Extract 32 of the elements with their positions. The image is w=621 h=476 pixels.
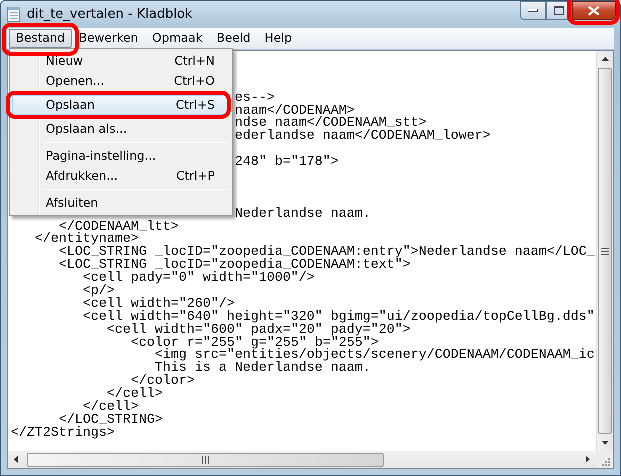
- close-button[interactable]: [572, 1, 616, 20]
- code-line: Nederlandse naam.: [234, 208, 371, 222]
- code-line: es-->: [234, 92, 275, 106]
- menu-entry[interactable]: Openen... Ctrl+O: [12, 71, 230, 91]
- menu-entry[interactable]: Pagina-instelling...: [12, 146, 230, 166]
- horizontal-scrollbar[interactable]: [8, 451, 596, 468]
- menu-item[interactable]: Help: [258, 29, 300, 48]
- window-title: dit_te_vertalen - Kladblok: [27, 6, 194, 24]
- menu-entry[interactable]: Opslaan als...: [12, 119, 230, 139]
- notepad-icon: [7, 6, 21, 23]
- code-line: 248" b="178">: [234, 157, 339, 170]
- code-line: </cell>: [82, 402, 139, 415]
- menu-entry[interactable]: Nieuw Ctrl+N: [12, 51, 230, 71]
- menu-item[interactable]: Opmaak: [145, 29, 210, 48]
- grip-icon: [202, 456, 209, 464]
- scrollbar-thumb[interactable]: [598, 68, 612, 434]
- menu-item[interactable]: Bewerken: [72, 29, 146, 48]
- vertical-scrollbar[interactable]: [596, 51, 613, 451]
- maximize-icon: [554, 6, 564, 15]
- menu-entry[interactable]: Afdrukken... Ctrl+P: [12, 166, 230, 186]
- minimize-icon: [528, 8, 538, 12]
- menu-item[interactable]: Bestand: [9, 29, 72, 48]
- code-line: </ZT2Strings>: [11, 428, 115, 441]
- close-icon: [588, 6, 600, 16]
- scrollbar-thumb[interactable]: [27, 452, 384, 466]
- code-line: </entityname>: [35, 234, 139, 248]
- menu-entry[interactable]: Afsluiten: [12, 193, 230, 213]
- minimize-button[interactable]: [520, 1, 546, 20]
- menu-item[interactable]: Beeld: [210, 29, 258, 48]
- code-line: ederlandse naam</CODENAAM_lower>: [234, 131, 491, 144]
- grip-icon: [601, 248, 609, 254]
- menu-entry[interactable]: Opslaan Ctrl+S: [12, 95, 230, 115]
